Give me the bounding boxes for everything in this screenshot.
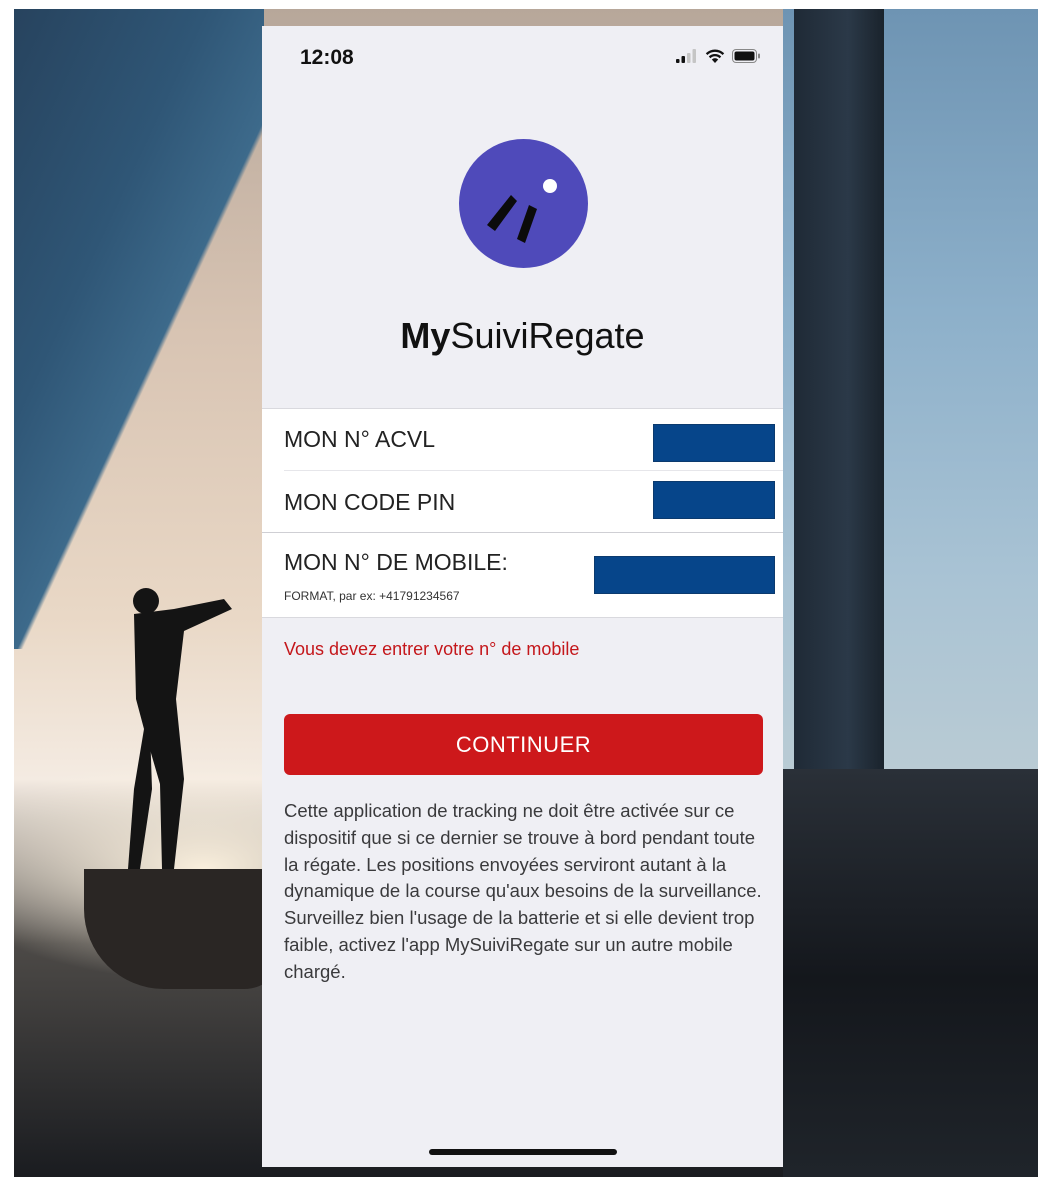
mobile-format-hint: FORMAT, par ex: +41791234567 bbox=[284, 589, 460, 603]
pin-input[interactable] bbox=[653, 481, 775, 519]
mobile-label: MON N° DE MOBILE: bbox=[284, 549, 508, 575]
pin-row: MON CODE PIN bbox=[262, 471, 783, 533]
app-logo-icon bbox=[459, 139, 588, 268]
app-title: MySuiviRegate bbox=[262, 315, 783, 357]
status-icons bbox=[676, 48, 761, 63]
continue-button[interactable]: CONTINUER bbox=[284, 714, 763, 775]
boat-right-shape bbox=[794, 9, 884, 779]
acvl-row: MON N° ACVL bbox=[284, 409, 783, 471]
battery-icon bbox=[732, 48, 760, 63]
phone-screen: 12:08 MySuiviRegate MON N° ACVL MON CODE… bbox=[262, 26, 783, 1167]
status-time: 12:08 bbox=[300, 46, 354, 69]
app-title-bold: My bbox=[400, 315, 451, 356]
water-right-shape bbox=[783, 769, 1038, 1177]
home-indicator[interactable] bbox=[429, 1149, 617, 1155]
login-form: MON N° ACVL MON CODE PIN MON N° DE MOBIL… bbox=[262, 408, 783, 618]
cellular-signal-icon bbox=[676, 48, 696, 63]
error-message: Vous devez entrer votre n° de mobile bbox=[284, 639, 580, 659]
acvl-input[interactable] bbox=[653, 424, 775, 462]
boat-hull-shape bbox=[84, 869, 284, 989]
tracking-info-text: Cette application de tracking ne doit êt… bbox=[284, 800, 762, 982]
sail-left-shape bbox=[14, 9, 264, 649]
sailor-silhouette bbox=[128, 588, 232, 869]
mobile-row: MON N° DE MOBILE: FORMAT, par ex: +41791… bbox=[284, 533, 783, 619]
wifi-icon bbox=[705, 49, 725, 63]
app-title-rest: SuiviRegate bbox=[450, 315, 645, 356]
acvl-label: MON N° ACVL bbox=[284, 426, 436, 452]
mobile-input[interactable] bbox=[594, 556, 775, 594]
pin-label: MON CODE PIN bbox=[284, 489, 456, 515]
status-bar: 12:08 bbox=[262, 26, 783, 86]
